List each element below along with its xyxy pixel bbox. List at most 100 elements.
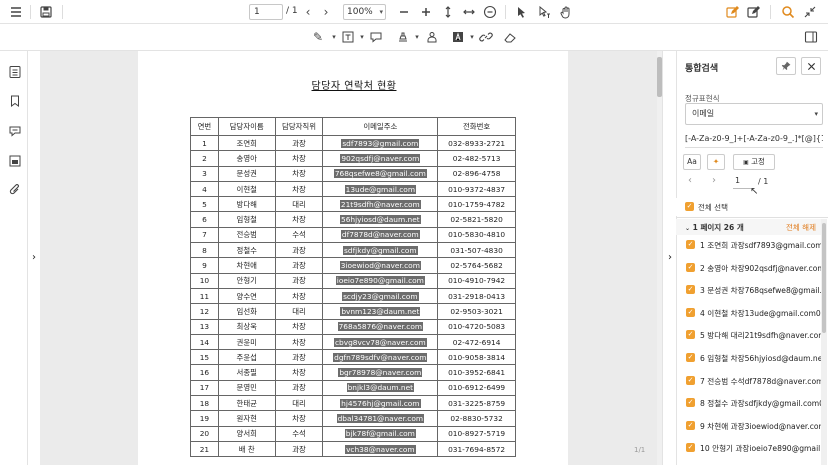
close-button[interactable] (801, 57, 821, 75)
highlighted-email[interactable]: df7878d@naver.com (340, 230, 420, 240)
result-checkbox[interactable]: ✓ (686, 398, 695, 408)
prev-page-icon[interactable]: ‹ (300, 4, 316, 20)
stamp-dropdown-icon[interactable]: ▾ (409, 29, 425, 45)
zoom-out-icon[interactable] (396, 4, 412, 20)
search-result-item[interactable]: ✓ 3 문성권 차장768qsefwe8@gmail.co (676, 281, 822, 304)
search-result-item[interactable]: ✓ 8 정철수 과장sdfjkdy@gmail.com03 (676, 394, 822, 417)
result-checkbox[interactable]: ✓ (686, 420, 695, 430)
table-cell: dgfn789sdfv@naver.com (322, 349, 439, 366)
table-row: 16 서종필 차장 bgr78978@naver.com 010-3952-6841 (190, 364, 516, 381)
regex-type-select[interactable]: 이메일 ▾ (685, 103, 823, 125)
panel-toggle-icon[interactable] (803, 29, 819, 45)
highlighted-email[interactable]: dbal34781@naver.com (336, 413, 425, 423)
result-checkbox[interactable]: ✓ (686, 262, 695, 272)
search-result-item[interactable]: ✓ 4 이현철 차장13ude@gmail.com010 (676, 304, 822, 327)
result-checkbox[interactable]: ✓ (686, 375, 695, 385)
eraser-icon[interactable] (502, 29, 518, 45)
fix-button[interactable]: ▣ 고정 (733, 154, 775, 170)
highlighted-email[interactable]: hj4576hj@gmail.com (340, 398, 421, 408)
match-case-button[interactable]: Aa (683, 154, 701, 170)
search-icon[interactable] (780, 4, 796, 20)
form-edit-icon[interactable] (745, 4, 761, 20)
search-result-item[interactable]: ✓ 7 전승범 수석df7878d@naver.com0 (676, 372, 822, 395)
search-result-item[interactable]: ✓ 6 임형철 차장56hjyiosd@daum.net (676, 349, 822, 372)
table-cell: 8 (190, 242, 219, 259)
table-cell: 031-7694-8572 (437, 440, 516, 458)
highlighted-email[interactable]: sdfjkdy@gmail.com (343, 245, 418, 255)
table-cell: vch38@naver.com (322, 440, 439, 458)
select-all-checkbox[interactable]: ✓ (685, 202, 694, 211)
page-thumbnails-icon[interactable] (7, 64, 23, 80)
search-result-item[interactable]: ✓ 1 조연희 과장sdf7893@gmail.com0 (676, 236, 822, 259)
result-checkbox[interactable]: ✓ (686, 307, 695, 317)
highlighted-email[interactable]: 13ude@gmail.com (344, 184, 417, 194)
search-result-item[interactable]: ✓ 2 송영아 차장902qsdfj@naver.com0 (676, 259, 822, 282)
table-cell: 조연희 (217, 134, 276, 152)
result-checkbox[interactable]: ✓ (686, 285, 695, 295)
highlighted-email[interactable]: 768qsefwe8@gmail.com (333, 169, 427, 179)
table-cell: 18 (190, 395, 219, 412)
scrollbar-thumb[interactable] (822, 223, 826, 333)
highlighted-email[interactable]: scdjy23@gmail.com (342, 291, 419, 301)
table-cell: 5 (190, 196, 219, 213)
result-text: 3 문성권 차장768qsefwe8@gmail.co (700, 286, 822, 296)
highlight-button[interactable]: ✦ (707, 154, 725, 170)
result-checkbox[interactable]: ✓ (686, 240, 695, 249)
table-cell: bgr78978@naver.com (322, 364, 439, 381)
next-page-icon[interactable]: › (318, 4, 334, 20)
pdf-viewer-app: 1 / 1 ‹ › 100% ▾ ✎ ▾ ▾ ▾ ▾ › 담당자 연락처 현황 … (0, 0, 828, 465)
select-all-row[interactable]: ✓ 전체 선택 (676, 198, 828, 216)
pin-button[interactable] (776, 57, 796, 75)
page-number-input[interactable]: 1 (249, 4, 283, 20)
text-select-icon[interactable] (536, 4, 552, 20)
highlighted-email[interactable]: 21t9sdfh@naver.com (339, 199, 421, 209)
fit-width-icon[interactable] (461, 4, 477, 20)
zoom-select[interactable]: 100% ▾ (343, 4, 386, 20)
comment-icon[interactable] (368, 29, 384, 45)
results-scrollbar[interactable] (821, 219, 827, 465)
highlighted-email[interactable]: 56hjyiosd@daum.net (340, 215, 421, 225)
select-cursor-icon[interactable] (514, 4, 530, 20)
collapse-icon[interactable] (802, 4, 818, 20)
highlighted-email[interactable]: vch38@naver.com (345, 444, 416, 454)
table-cell: 010-5830-4810 (437, 226, 516, 244)
result-text: 1 조연희 과장sdf7893@gmail.com0 (700, 241, 822, 250)
highlighted-email[interactable]: bvnm123@daum.net (340, 306, 421, 316)
highlighted-email[interactable]: 902qsdfj@naver.com (340, 153, 421, 163)
highlighted-email[interactable]: bnjkl3@daum.net (346, 383, 415, 393)
result-checkbox[interactable]: ✓ (686, 443, 695, 453)
search-result-item[interactable]: ✓ 9 차현애 과장3ioewiod@naver.com (676, 417, 822, 440)
menu-icon[interactable] (8, 4, 24, 20)
more-icon[interactable] (482, 4, 498, 20)
save-icon[interactable] (38, 4, 54, 20)
table-cell: 배 찬 (217, 440, 276, 458)
regex-input[interactable]: [-A-Za-z0-9_]+[-A-Za-z0-9_.]*[@]{1}[-A-Z… (685, 130, 823, 148)
bookmark-icon[interactable] (7, 93, 23, 109)
highlighted-email[interactable]: dgfn789sdfv@naver.com (333, 352, 428, 362)
highlighted-email[interactable]: 3ioewiod@naver.com (339, 261, 421, 271)
hand-tool-icon[interactable] (558, 4, 574, 20)
search-result-item[interactable]: ✓ 5 방다해 대리21t9sdfh@naver.com (676, 326, 822, 349)
highlighted-email[interactable]: sdf7893@gmail.com (341, 138, 420, 148)
prev-result-icon[interactable]: ‹ (688, 175, 692, 186)
pen-icon[interactable]: ✎ (310, 29, 326, 45)
highlighted-email[interactable]: cbvg8vcv78@naver.com (333, 337, 427, 347)
fit-height-icon[interactable] (440, 4, 456, 20)
highlighted-email[interactable]: bjk78f@gmail.com (344, 429, 416, 439)
highlighted-email[interactable]: 768a5876@naver.com (337, 322, 424, 332)
comments-icon[interactable] (7, 123, 23, 139)
user-stamp-icon[interactable] (424, 29, 440, 45)
table-cell: cbvg8vcv78@naver.com (322, 333, 439, 351)
layers-icon[interactable] (7, 153, 23, 169)
search-result-item[interactable]: ✓ 10 안형기 과장ioeio7e890@gmail.co (676, 439, 822, 462)
highlighted-email[interactable]: bgr78978@naver.com (338, 368, 423, 378)
deselect-all-link[interactable]: 전체 해제 (786, 222, 816, 233)
highlighted-email[interactable]: ioeio7e890@gmail.com (335, 276, 425, 286)
result-checkbox[interactable]: ✓ (686, 330, 695, 340)
attachment-icon[interactable] (7, 182, 23, 198)
edit-icon[interactable] (724, 4, 740, 20)
result-checkbox[interactable]: ✓ (686, 353, 695, 362)
link-icon[interactable] (478, 29, 494, 45)
next-result-icon[interactable]: › (712, 175, 716, 186)
zoom-in-icon[interactable] (418, 4, 434, 20)
